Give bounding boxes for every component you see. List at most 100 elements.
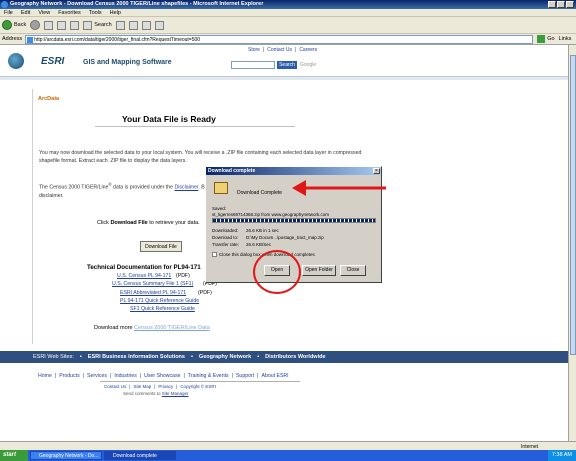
search-toolbar-button[interactable]: Search (83, 20, 112, 30)
download-folder-icon (214, 182, 228, 194)
menu-edit[interactable]: Edit (21, 9, 30, 16)
esri-globe-logo-icon[interactable] (8, 53, 24, 69)
tech-doc-title: Technical Documentation for PL94-171 (87, 264, 201, 271)
site-search-button[interactable]: Search (277, 61, 297, 69)
go-arrow-icon (537, 35, 546, 43)
back-arrow-icon (2, 20, 12, 30)
esri-sites-bar: ESRI Web Sites: • ESRI Business Informati… (0, 351, 568, 363)
minimize-button[interactable] (548, 1, 556, 8)
footer-link-about[interactable]: About ESRI (262, 373, 289, 379)
footer-privacy-link[interactable]: Privacy (158, 384, 173, 389)
dialog-close-x-button[interactable]: × (373, 168, 380, 174)
title-divider (95, 126, 295, 127)
download-more-link[interactable]: Census 2000 TIGER/Line Data (134, 325, 210, 331)
status-bar: Internet (0, 441, 576, 450)
refresh-icon[interactable] (57, 20, 67, 30)
red-arrow-annotation (292, 180, 386, 196)
sites-label: ESRI Web Sites: (33, 354, 74, 360)
section-label: ArcData (38, 96, 60, 102)
vertical-scrollbar[interactable] (568, 45, 576, 441)
history-icon[interactable] (128, 20, 138, 30)
site-link-distributors[interactable]: Distributors Worldwide (265, 351, 325, 363)
links-button[interactable]: Links (559, 36, 572, 42)
menu-favorites[interactable]: Favorites (58, 9, 81, 16)
mail-icon[interactable] (141, 20, 151, 30)
download-more: Download more Census 2000 TIGER/Line Dat… (94, 325, 210, 331)
footer-copyright-link[interactable]: Copyright © ESRI (180, 384, 216, 389)
footer-sitemap-link[interactable]: Site Map (133, 384, 151, 389)
footer-contact-link[interactable]: Contact Us (104, 384, 126, 389)
content-left-border (32, 89, 33, 344)
contact-us-link[interactable]: Contact Us (267, 47, 292, 53)
footer-link-home[interactable]: Home (38, 373, 52, 379)
maximize-button[interactable] (557, 1, 565, 8)
address-bar: Address http://arcdata.esri.com/data/tig… (0, 34, 576, 45)
disclaimer-link[interactable]: Disclaimer (174, 185, 198, 191)
system-tray-clock: 7:38 AM (547, 450, 576, 461)
forward-button[interactable] (30, 20, 41, 30)
tech-link-sf1-guide[interactable]: SF1 Quick Reference Guide (130, 306, 195, 312)
checkbox-box[interactable] (212, 252, 217, 257)
menu-file[interactable]: File (4, 9, 13, 16)
footer-link-training[interactable]: Training & Events (188, 373, 229, 379)
task-ie-window[interactable]: Geography Network - Do... (30, 451, 102, 460)
footer-link-services[interactable]: Services (87, 373, 107, 379)
search-icon (83, 20, 93, 30)
close-window-button[interactable] (566, 1, 574, 8)
header-top-links: Store | Contact Us | Careers (248, 47, 318, 53)
back-button[interactable]: Back (2, 20, 26, 30)
menu-tools[interactable]: Tools (89, 9, 102, 16)
footer-divider (100, 381, 300, 382)
google-logo: Google (300, 62, 317, 68)
menu-help[interactable]: Help (110, 9, 121, 16)
address-input[interactable]: http://arcdata.esri.com/data/tiger2000/t… (25, 34, 534, 44)
progress-fill (213, 219, 375, 222)
site-search-input[interactable] (231, 61, 275, 69)
task-download-complete[interactable]: Download complete (104, 451, 176, 460)
taskbar: start Geography Network - Do... Download… (0, 450, 576, 461)
pdf-label: (PDF) (198, 290, 212, 296)
send-comments: Send comments to Site Manager (123, 391, 189, 396)
esri-tagline: GIS and Mapping Software (83, 59, 172, 66)
dialog-row-transfer-rate: Transfer rate: 26.6 KB/Sec (212, 242, 272, 247)
page-title: Your Data File is Ready (122, 114, 216, 124)
ie-icon (1, 1, 8, 8)
footer-link-support[interactable]: Support (236, 373, 254, 379)
store-link[interactable]: Store (248, 47, 260, 53)
tech-link-census-pl94[interactable]: U.S. Census PL 94-171 (117, 273, 171, 279)
go-button[interactable]: Go (537, 35, 555, 43)
saved-label: Saved: (212, 206, 227, 211)
pdf-label: (PDF) (176, 273, 190, 279)
print-icon[interactable] (154, 20, 164, 30)
close-button[interactable]: Close (340, 265, 366, 276)
esri-logo[interactable]: ESRI (41, 56, 64, 67)
scrollbar-thumb[interactable] (570, 55, 576, 355)
footer-link-products[interactable]: Products (59, 373, 79, 379)
footer-link-industries[interactable]: Industries (114, 373, 137, 379)
dialog-title-bar: Download complete (206, 167, 381, 175)
footer-small-links: Contact Us | Site Map | Privacy | Copyright… (104, 384, 216, 389)
site-manager-link[interactable]: Site Manager (162, 391, 189, 396)
start-button[interactable]: start (0, 450, 28, 461)
tech-link-pl94-guide[interactable]: PL 94-171 Quick Reference Guide (120, 298, 199, 304)
site-link-geography-network[interactable]: Geography Network (199, 351, 251, 363)
tech-link-esri-abbrev[interactable]: ESRI Abbreviated PL 94-171 (120, 290, 186, 296)
home-icon[interactable] (70, 20, 80, 30)
download-progress-bar (212, 218, 376, 223)
site-link-bis[interactable]: ESRI Business Information Solutions (88, 351, 185, 363)
menu-bar: File Edit View Favorites Tools Help (0, 9, 576, 17)
intro-paragraph: You may now download the selected data t… (39, 150, 362, 164)
saved-file-name: st_tigerres69714368.zip from www.geograp… (212, 212, 330, 217)
download-file-button[interactable]: Download File (140, 241, 182, 252)
footer-links: Home | Products | Services | Industries | Us… (38, 373, 289, 379)
dialog-row-download-to: Download to: D:\My Docum...\postage_tract… (212, 235, 324, 240)
footer-link-user-showcase[interactable]: User Showcase (144, 373, 180, 379)
tech-link-sf1[interactable]: U.S. Census Summary File 1 (SF1) (112, 281, 193, 287)
favorites-icon[interactable] (115, 20, 125, 30)
open-folder-button[interactable]: Open Folder (302, 265, 336, 276)
careers-link[interactable]: Careers (299, 47, 317, 53)
toolbar: Back Search (0, 17, 576, 34)
stop-icon[interactable] (44, 20, 54, 30)
menu-view[interactable]: View (38, 9, 50, 16)
dialog-heading: Download Complete (237, 190, 283, 196)
